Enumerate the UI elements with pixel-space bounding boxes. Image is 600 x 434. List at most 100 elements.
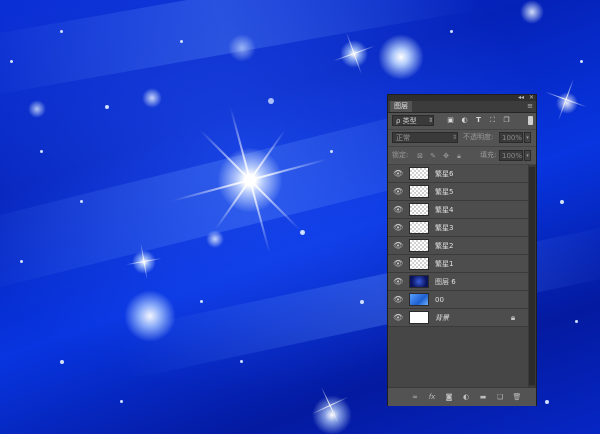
star-dot <box>20 260 23 263</box>
bokeh-glow <box>228 34 256 62</box>
star-dot <box>105 105 109 109</box>
blend-dropdown-arrow-icon: ⇕ <box>452 134 458 141</box>
bokeh-glow <box>28 100 46 118</box>
layer-list-scrollbar[interactable] <box>528 165 536 387</box>
delete-icon[interactable]: 🗑︎ <box>512 392 522 402</box>
visibility-eye-icon[interactable]: 👁︎ <box>393 187 403 197</box>
layer-name: 00 <box>435 296 444 304</box>
opacity-field[interactable]: 100% <box>499 132 523 143</box>
star-dot <box>60 30 63 33</box>
star-dot <box>450 30 453 33</box>
layer-name: 图层 6 <box>435 278 456 286</box>
star-dot <box>268 98 274 104</box>
opacity-label: 不透明度: <box>463 133 494 141</box>
filter-toggle-icon[interactable] <box>528 116 533 125</box>
type-filter-icon[interactable]: T <box>474 116 483 125</box>
layer-row[interactable]: 👁︎ 图层 6 <box>388 273 528 291</box>
star-dot <box>120 400 123 403</box>
image-filter-icon[interactable]: ▣ <box>446 116 455 125</box>
bokeh-glow <box>312 395 352 434</box>
star-dot <box>580 60 583 63</box>
visibility-eye-icon[interactable]: 👁︎ <box>393 205 403 215</box>
layer-name: 背景 <box>435 314 449 322</box>
visibility-eye-icon[interactable]: 👁︎ <box>393 295 403 305</box>
kind-dropdown-arrow-icon: ⇕ <box>428 117 434 124</box>
fx-icon[interactable]: fx <box>427 392 437 402</box>
panel-menu-icon[interactable]: ≡ <box>527 103 533 110</box>
lock-image-icon[interactable]: ✎ <box>429 152 437 160</box>
layer-thumbnail <box>409 221 429 234</box>
star-dot <box>360 300 364 304</box>
star-dot <box>40 150 43 153</box>
new-group-icon[interactable]: ▬ <box>478 392 488 402</box>
lock-all-icon[interactable]: 🔒︎ <box>455 152 463 160</box>
new-layer-icon[interactable]: ❏ <box>495 392 505 402</box>
layer-thumbnail <box>409 275 429 288</box>
link-layers-icon[interactable]: ∞ <box>410 392 420 402</box>
layer-row[interactable]: 👁︎ 00 <box>388 291 528 309</box>
layer-row[interactable]: 👁︎ 繁星6 <box>388 165 528 183</box>
star-dot <box>200 300 203 303</box>
layers-panel: ◂◂ ✕ 图层 ≡ ρ 类型 ⇕ ▣ ◐ T ⛶ ❐ 正常 ⇕ 不透明度: 10… <box>387 94 537 406</box>
opacity-stepper[interactable]: ▾ <box>524 132 531 143</box>
star-dot <box>60 360 64 364</box>
visibility-eye-icon[interactable]: 👁︎ <box>393 223 403 233</box>
star-dot <box>10 60 13 63</box>
layer-row[interactable]: 👁︎ 繁星2 <box>388 237 528 255</box>
layer-thumbnail <box>409 167 429 180</box>
visibility-eye-icon[interactable]: 👁︎ <box>393 259 403 269</box>
fill-label: 填充: <box>480 151 497 159</box>
fill-field[interactable]: 100% <box>499 150 523 161</box>
layer-row[interactable]: 👁︎ 繁星4 <box>388 201 528 219</box>
star-dot <box>330 150 333 153</box>
blend-row: 正常 ⇕ 不透明度: 100% ▾ <box>388 130 536 147</box>
layer-name: 繁星4 <box>435 206 454 214</box>
smart-object-filter-icon[interactable]: ❐ <box>502 116 511 125</box>
bokeh-glow <box>206 230 224 248</box>
layer-name: 繁星1 <box>435 260 454 268</box>
layer-thumbnail <box>409 293 429 306</box>
lock-transparent-icon[interactable]: ⊠ <box>416 152 424 160</box>
star-dot <box>180 40 183 43</box>
lock-position-icon[interactable]: ✥ <box>442 152 450 160</box>
lock-row: 锁定: ⊠ ✎ ✥ 🔒︎ 填充: 100% ▾ <box>388 147 536 165</box>
bokeh-glow <box>124 290 176 342</box>
visibility-eye-icon[interactable]: 👁︎ <box>393 277 403 287</box>
layer-name: 繁星2 <box>435 242 454 250</box>
layer-row[interactable]: 👁︎ 繁星1 <box>388 255 528 273</box>
star-dot <box>300 230 305 235</box>
layer-name: 繁星6 <box>435 170 454 178</box>
visibility-eye-icon[interactable]: 👁︎ <box>393 241 403 251</box>
layer-row[interactable]: 👁︎ 繁星5 <box>388 183 528 201</box>
star-dot <box>560 200 564 204</box>
layer-thumbnail <box>409 239 429 252</box>
adjustment-filter-icon[interactable]: ◐ <box>460 116 469 125</box>
layer-row[interactable]: 👁︎ 背景 🔒︎ <box>388 309 528 327</box>
scrollbar-thumb[interactable] <box>529 167 535 385</box>
bokeh-glow <box>520 0 544 24</box>
layer-row[interactable]: 👁︎ 繁星3 <box>388 219 528 237</box>
fill-stepper[interactable]: ▾ <box>524 150 531 161</box>
layer-thumbnail <box>409 257 429 270</box>
tab-layers[interactable]: 图层 <box>390 101 412 112</box>
new-adjustment-icon[interactable]: ◐ <box>461 392 471 402</box>
shape-filter-icon[interactable]: ⛶ <box>488 116 497 125</box>
layer-name: 繁星3 <box>435 224 454 232</box>
lock-label: 锁定: <box>392 151 409 159</box>
layer-thumbnail <box>409 185 429 198</box>
panel-footer: ∞ fx ◙ ◐ ▬ ❏ 🗑︎ <box>388 387 536 406</box>
layer-name: 繁星5 <box>435 188 454 196</box>
visibility-eye-icon[interactable]: 👁︎ <box>393 169 403 179</box>
layer-lock-icon: 🔒︎ <box>510 313 516 322</box>
star-dot <box>80 200 83 203</box>
blend-mode-dropdown[interactable]: 正常 <box>392 132 458 143</box>
filter-row: ρ 类型 ⇕ ▣ ◐ T ⛶ ❐ <box>388 113 536 130</box>
star-dot <box>240 360 243 363</box>
add-mask-icon[interactable]: ◙ <box>444 392 454 402</box>
star-dot <box>545 400 549 404</box>
bokeh-glow <box>142 88 162 108</box>
layer-thumbnail <box>409 203 429 216</box>
visibility-eye-icon[interactable]: 👁︎ <box>393 313 403 323</box>
bokeh-glow <box>378 34 424 80</box>
panel-tab-row: 图层 ≡ <box>388 101 536 113</box>
